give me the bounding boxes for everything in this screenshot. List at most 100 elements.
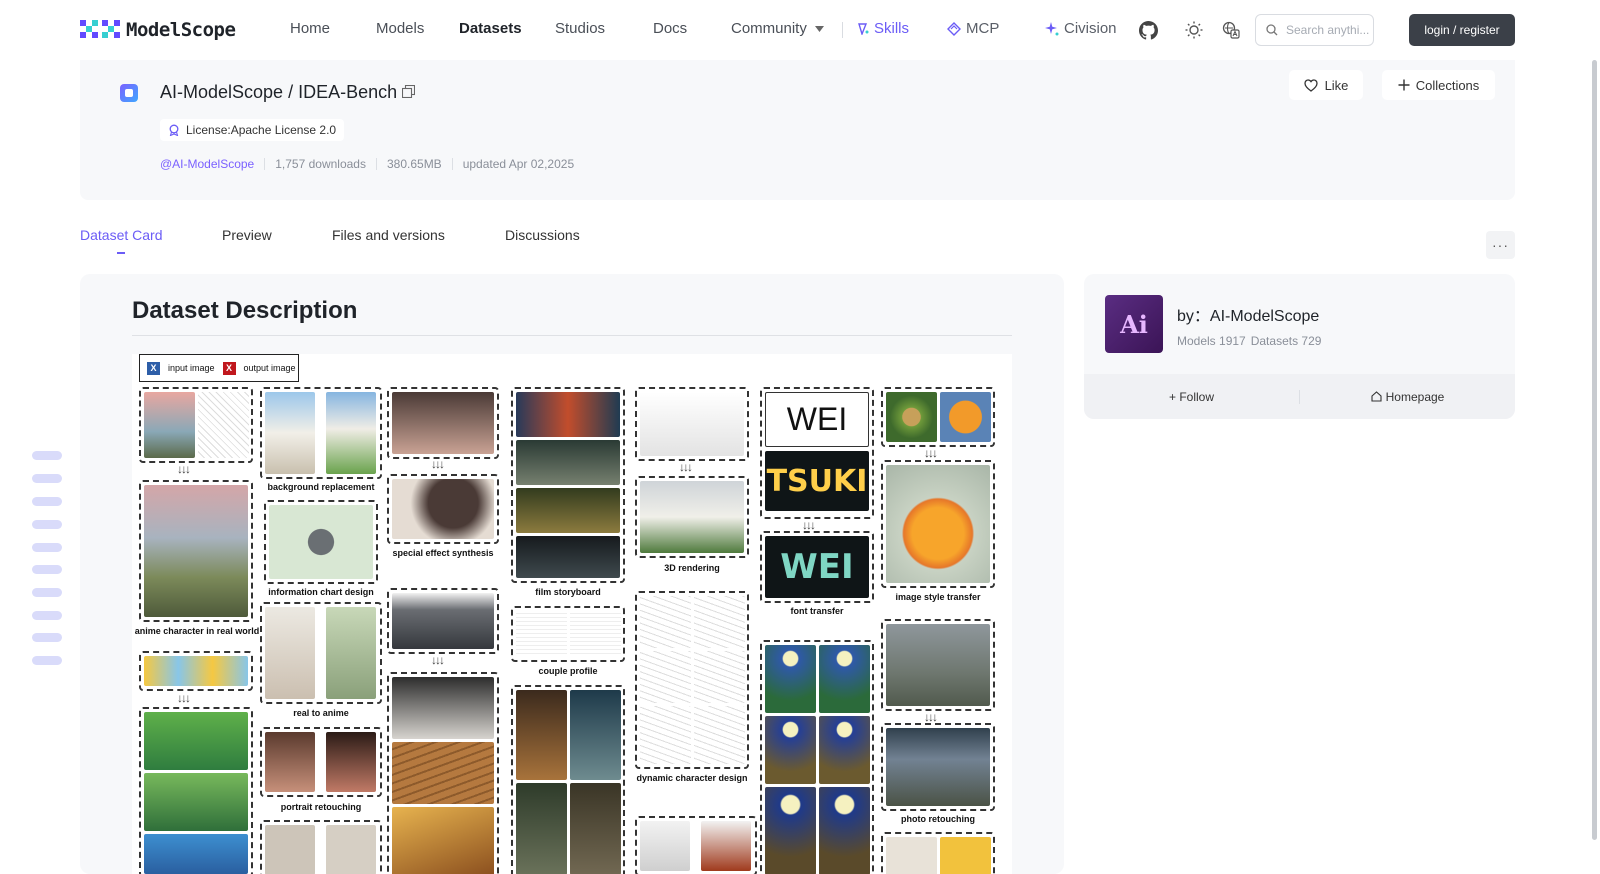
follow-button[interactable]: + Follow bbox=[1084, 390, 1299, 404]
like-button[interactable]: Like bbox=[1289, 70, 1363, 100]
tab-preview[interactable]: Preview bbox=[222, 227, 272, 243]
bottle-photo bbox=[640, 821, 690, 871]
sunset-photo bbox=[144, 392, 195, 458]
nav-mcp[interactable]: MCP bbox=[947, 20, 999, 37]
legend-output-label: output image bbox=[243, 363, 296, 373]
nav-docs[interactable]: Docs bbox=[653, 20, 687, 37]
font-sample: WEI bbox=[765, 392, 869, 447]
toc-item[interactable] bbox=[32, 497, 62, 506]
caption-image-style-transfer: image style transfer bbox=[895, 592, 981, 602]
scifi-scene bbox=[516, 783, 567, 874]
idea-bench-overview-figure: X input image X output image ↓↓↓ anime c… bbox=[132, 354, 1012, 874]
tab-discussions[interactable]: Discussions bbox=[505, 227, 580, 243]
caption-font-transfer: font transfer bbox=[790, 606, 844, 616]
film-frame bbox=[516, 392, 620, 437]
language-icon[interactable] bbox=[1220, 19, 1242, 41]
tab-files-and-versions[interactable]: Files and versions bbox=[332, 227, 445, 243]
homepage-link[interactable]: Homepage bbox=[1300, 390, 1515, 404]
toc-item[interactable] bbox=[32, 633, 62, 642]
effect-photo bbox=[392, 479, 494, 539]
modelscope-logo[interactable]: ModelScope bbox=[80, 18, 236, 42]
example-tile bbox=[635, 816, 757, 874]
section-title: Dataset Description bbox=[132, 297, 358, 324]
example-tile bbox=[881, 723, 995, 811]
input-marker: X bbox=[147, 361, 160, 375]
login-register-button[interactable]: login / register bbox=[1409, 14, 1515, 46]
caption-portrait-retouching: portrait retouching bbox=[280, 802, 362, 812]
search-input[interactable] bbox=[1286, 23, 1370, 37]
character-sketch bbox=[694, 706, 745, 764]
license-icon bbox=[169, 124, 179, 136]
nav-home[interactable]: Home bbox=[290, 20, 330, 37]
active-tab-indicator bbox=[117, 252, 125, 254]
meta-divider bbox=[451, 158, 453, 170]
building-photo bbox=[326, 825, 376, 874]
nav-community[interactable]: Community bbox=[731, 20, 824, 37]
toc-item[interactable] bbox=[32, 588, 62, 597]
datasets-count[interactable]: Datasets 729 bbox=[1251, 334, 1322, 348]
toc-item[interactable] bbox=[32, 474, 62, 483]
downloads-count: 1,757 downloads bbox=[275, 157, 366, 171]
collections-label: Collections bbox=[1415, 77, 1480, 93]
license-text: License:Apache License 2.0 bbox=[186, 123, 337, 137]
theme-sun-icon[interactable] bbox=[1183, 19, 1205, 41]
emoji-strip bbox=[144, 656, 248, 686]
nav-datasets[interactable]: Datasets bbox=[459, 20, 522, 37]
toc-item[interactable] bbox=[32, 611, 62, 620]
building-photo bbox=[265, 825, 315, 874]
process-arrows: ↓↓↓ bbox=[924, 446, 938, 460]
author-avatar[interactable]: Ai bbox=[1105, 295, 1163, 353]
more-options-button[interactable]: ··· bbox=[1486, 231, 1515, 259]
toc-item[interactable] bbox=[32, 565, 62, 574]
author-name[interactable]: by：AI-ModelScope bbox=[1177, 302, 1319, 326]
org-link[interactable]: @AI-ModelScope bbox=[160, 157, 254, 171]
example-tile bbox=[881, 832, 995, 874]
example-tile bbox=[387, 588, 499, 654]
retouched-landscape bbox=[886, 728, 990, 806]
skills-label: Skills bbox=[874, 20, 910, 37]
copy-icon[interactable] bbox=[401, 84, 416, 103]
toc-item[interactable] bbox=[32, 656, 62, 665]
game-scene bbox=[144, 712, 248, 770]
nav-studios[interactable]: Studios bbox=[555, 20, 605, 37]
process-arrows: ↓↓↓ bbox=[431, 653, 445, 667]
profile-sketch bbox=[516, 611, 567, 657]
house-sketch bbox=[640, 392, 744, 456]
process-arrows: ↓↓↓ bbox=[679, 460, 693, 474]
caption-background-replacement: background replacement bbox=[267, 482, 375, 492]
license-tag[interactable]: License:Apache License 2.0 bbox=[160, 119, 345, 141]
dog-photo bbox=[265, 392, 315, 474]
like-label: Like bbox=[1324, 77, 1349, 93]
scifi-scene bbox=[570, 690, 621, 780]
nav-skills[interactable]: Skills bbox=[857, 20, 909, 37]
toc-item[interactable] bbox=[32, 543, 62, 552]
page-scrollbar[interactable] bbox=[1592, 60, 1597, 840]
example-tile bbox=[511, 387, 625, 583]
example-tile: WEI TSUKI bbox=[760, 387, 874, 519]
example-tile bbox=[264, 500, 378, 584]
legend-input-label: input image bbox=[168, 363, 215, 373]
nav-models[interactable]: Models bbox=[376, 20, 424, 37]
collections-button[interactable]: Collections bbox=[1382, 70, 1495, 100]
dataset-size: 380.65MB bbox=[386, 157, 442, 171]
toc-item[interactable] bbox=[32, 520, 62, 529]
search-box[interactable] bbox=[1255, 14, 1374, 46]
caption-info-chart: information chart design bbox=[268, 587, 374, 597]
couple-photo bbox=[265, 607, 315, 699]
night-painting bbox=[819, 716, 870, 784]
character-sketch bbox=[694, 596, 745, 648]
skills-icon bbox=[858, 22, 869, 35]
nav-civision[interactable]: Civision bbox=[1045, 20, 1117, 37]
character-sketch bbox=[640, 651, 691, 703]
tab-dataset-card[interactable]: Dataset Card bbox=[80, 227, 162, 243]
product-render bbox=[392, 742, 494, 804]
models-count[interactable]: Models 1917 bbox=[1177, 334, 1246, 348]
avocado-photo bbox=[886, 392, 937, 442]
example-tile bbox=[260, 387, 382, 479]
search-icon bbox=[1266, 24, 1278, 36]
toc-item[interactable] bbox=[32, 451, 62, 460]
output-marker: X bbox=[222, 361, 236, 375]
example-tile bbox=[260, 820, 382, 874]
github-icon[interactable] bbox=[1137, 19, 1159, 41]
anime-couple bbox=[326, 607, 376, 699]
